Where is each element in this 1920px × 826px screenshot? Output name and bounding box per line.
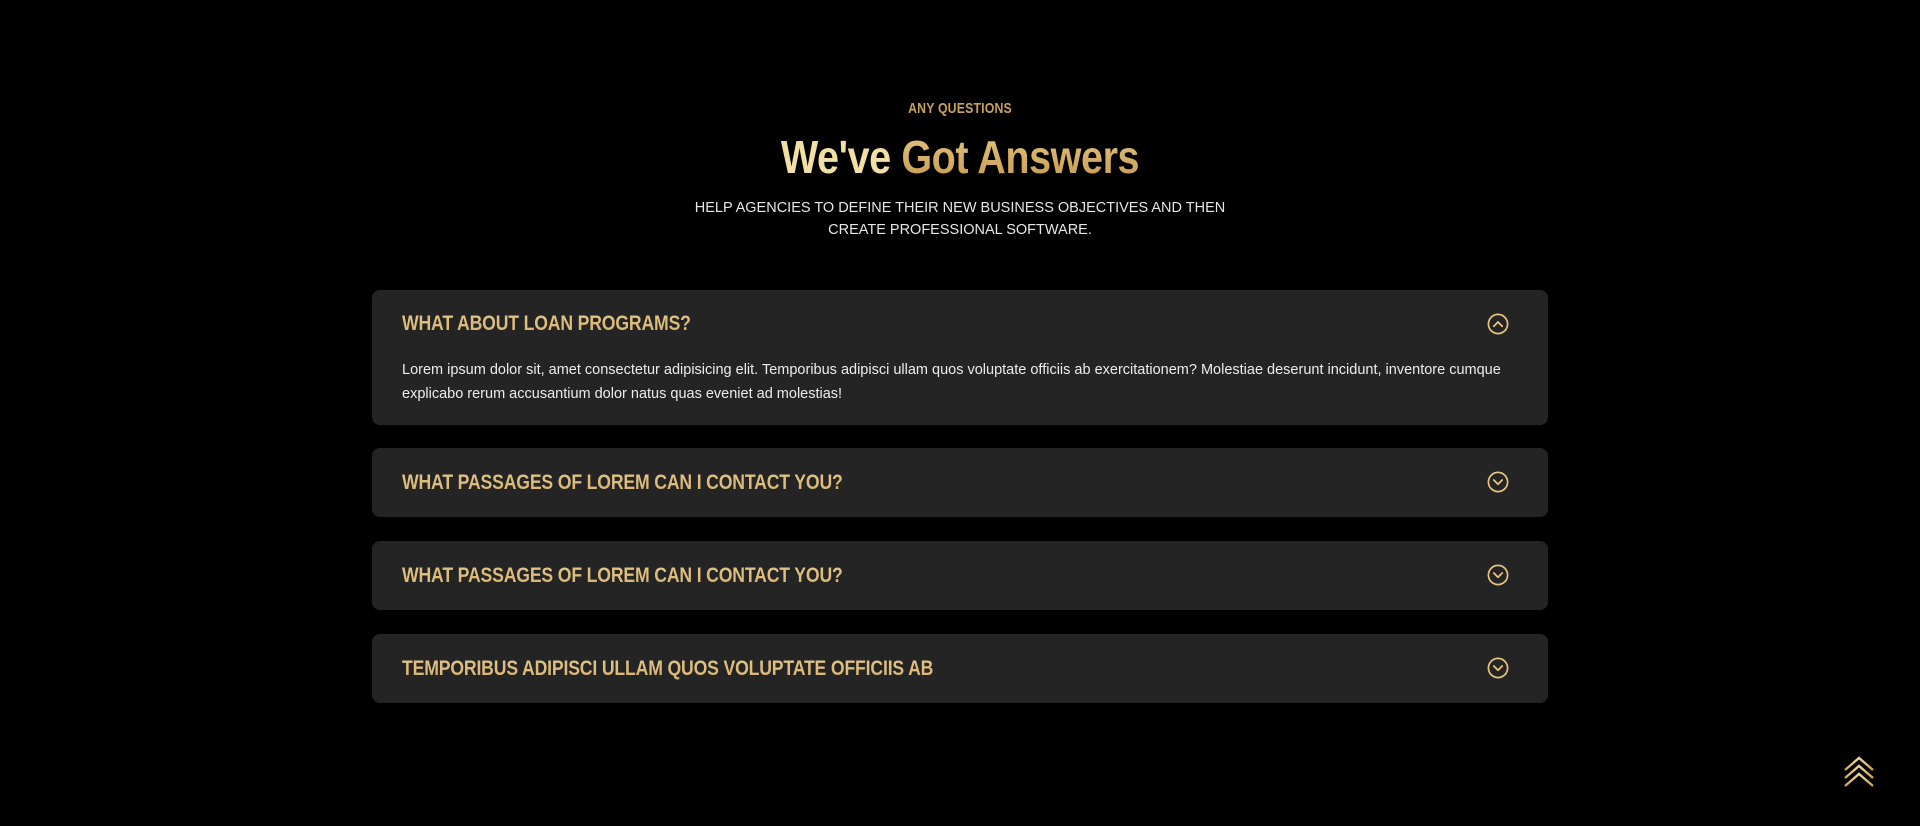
chevron-up-circle-icon[interactable] bbox=[1487, 313, 1509, 335]
headline-part-light: We've bbox=[780, 131, 902, 183]
faq-question-2[interactable]: WHAT PASSAGES OF LOREM CAN I CONTACT YOU… bbox=[402, 448, 843, 517]
faq-question-3[interactable]: WHAT PASSAGES OF LOREM CAN I CONTACT YOU… bbox=[402, 541, 843, 610]
chevron-down-circle-icon[interactable] bbox=[1487, 471, 1509, 493]
faq-question-4[interactable]: TEMPORIBUS ADIPISCI ULLAM QUOS VOLUPTATE… bbox=[402, 634, 933, 703]
headline-part-gold: Got Answers bbox=[901, 131, 1140, 183]
triple-chevron-up-icon[interactable] bbox=[1842, 755, 1876, 791]
faq-question-1[interactable]: WHAT ABOUT LOAN PROGRAMS? bbox=[402, 290, 691, 358]
faq-section: ANY QUESTIONS We've Got Answers HELP AGE… bbox=[0, 0, 1920, 826]
section-eyebrow: ANY QUESTIONS bbox=[908, 100, 1012, 117]
faq-answer-1: Lorem ipsum dolor sit, amet consectetur … bbox=[402, 362, 1501, 402]
faq-item-4: TEMPORIBUS ADIPISCI ULLAM QUOS VOLUPTATE… bbox=[372, 634, 1548, 703]
section-headline: We've Got Answers bbox=[134, 130, 1785, 184]
section-subtext: HELP AGENCIES TO DEFINE THEIR NEW BUSINE… bbox=[694, 200, 1226, 238]
chevron-down-circle-icon[interactable] bbox=[1487, 657, 1509, 679]
chevron-down-circle-icon[interactable] bbox=[1487, 564, 1509, 586]
faq-item-2: WHAT PASSAGES OF LOREM CAN I CONTACT YOU… bbox=[372, 448, 1548, 517]
faq-item-1: WHAT ABOUT LOAN PROGRAMS? Lorem ipsum do… bbox=[372, 290, 1548, 425]
faq-item-3: WHAT PASSAGES OF LOREM CAN I CONTACT YOU… bbox=[372, 541, 1548, 610]
